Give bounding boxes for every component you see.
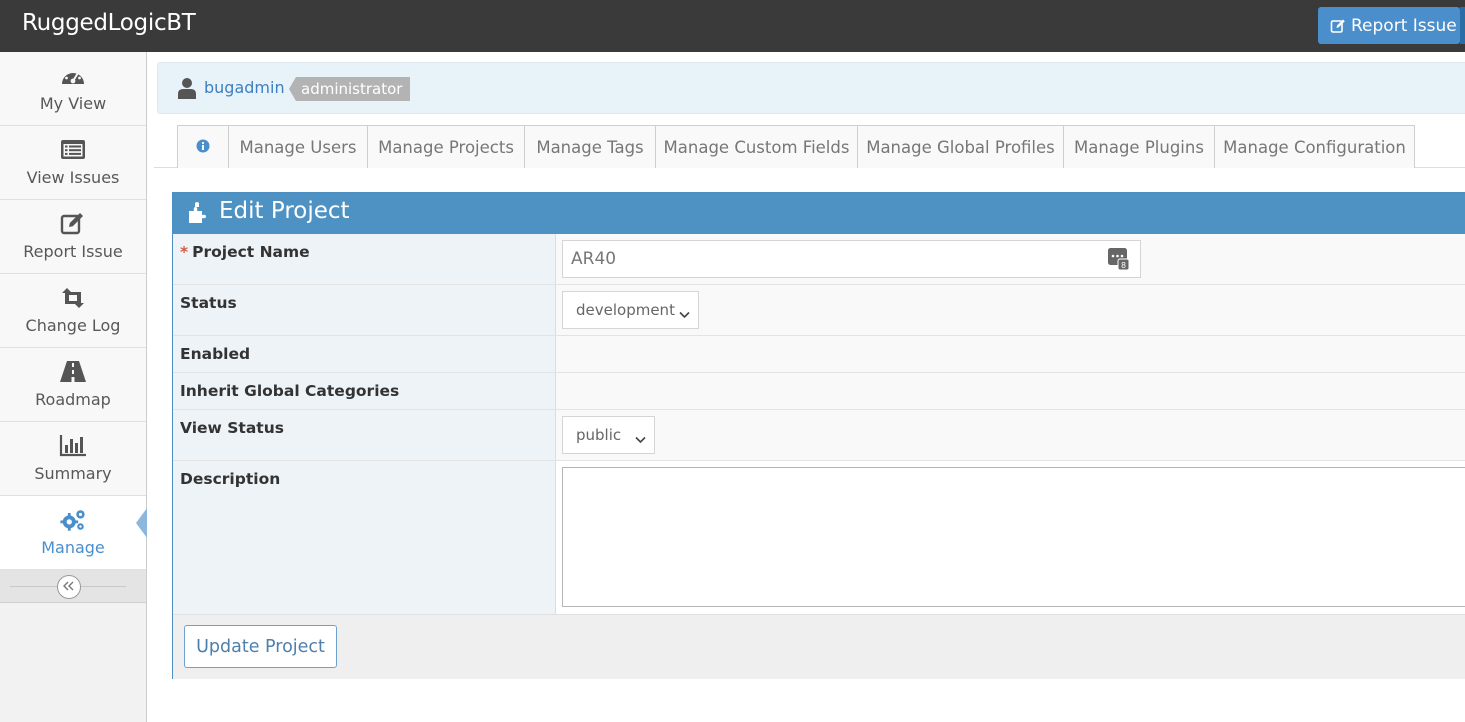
tab-manage-plugins[interactable]: Manage Plugins (1063, 125, 1215, 168)
view-status-label: View Status (173, 410, 556, 460)
sidebar-item-label: Manage (41, 538, 105, 557)
widget-title: Edit Project (219, 198, 350, 224)
sidebar-item-manage[interactable]: Manage (0, 496, 146, 570)
view-status-select[interactable]: public (562, 416, 655, 454)
project-name-label-text: Project Name (192, 243, 310, 261)
sidebar-item-label: My View (39, 94, 107, 113)
user-icon (178, 77, 196, 103)
row-description: Description (173, 461, 1465, 614)
row-enabled: Enabled (173, 336, 1465, 373)
role-badge: administrator (288, 77, 411, 101)
sidebar-collapse-button[interactable] (57, 575, 81, 599)
tab-info[interactable] (177, 125, 229, 168)
sidebar-item-label: Summary (34, 464, 112, 483)
sidebar-item-label: Change Log (25, 316, 121, 335)
project-name-input[interactable] (562, 240, 1141, 278)
sidebar-item-label: Roadmap (35, 390, 111, 409)
active-indicator-arrow (136, 508, 147, 538)
report-issue-dropdown-edge[interactable] (1460, 7, 1465, 44)
password-manager-icon[interactable]: 8 (1108, 248, 1130, 274)
username-link[interactable]: bugadmin (204, 78, 285, 97)
sidebar-item-label: Report Issue (23, 242, 123, 261)
gears-icon (59, 507, 87, 533)
enabled-cell (556, 336, 1465, 372)
sidebar-item-my-view[interactable]: My View (0, 52, 146, 126)
report-issue-button[interactable]: Report Issue (1318, 7, 1460, 44)
status-select[interactable]: development (562, 291, 699, 329)
info-icon (196, 138, 210, 157)
edit-icon (1330, 18, 1346, 34)
report-issue-label: Report Issue (1351, 15, 1457, 36)
puzzle-piece-icon (186, 201, 210, 229)
row-status: Status development (173, 285, 1465, 336)
description-textarea[interactable] (562, 467, 1465, 607)
update-project-button[interactable]: Update Project (184, 625, 337, 668)
road-icon (59, 359, 87, 385)
inherit-global-categories-cell (556, 373, 1465, 409)
svg-text:8: 8 (1121, 261, 1126, 270)
tab-manage-configuration[interactable]: Manage Configuration (1214, 125, 1415, 168)
row-view-status: View Status public (173, 410, 1465, 461)
project-name-cell: 8 (556, 234, 1465, 284)
tab-manage-tags[interactable]: Manage Tags (524, 125, 656, 168)
sidebar-item-report-issue[interactable]: Report Issue (0, 200, 146, 274)
description-label: Description (173, 461, 556, 614)
list-icon (59, 137, 87, 163)
retweet-icon (59, 285, 87, 311)
status-select-value: development (576, 301, 675, 319)
widget-header: Edit Project (173, 193, 1465, 234)
view-status-cell: public (556, 410, 1465, 460)
user-info-bar: bugadmin administrator (157, 62, 1465, 114)
widget-footer: Update Project (173, 614, 1465, 679)
top-navbar: RuggedLogicBT Report Issue (0, 0, 1465, 52)
tab-manage-users[interactable]: Manage Users (228, 125, 368, 168)
sidebar-item-summary[interactable]: Summary (0, 422, 146, 496)
tab-manage-global-profiles[interactable]: Manage Global Profiles (857, 125, 1064, 168)
sidebar-item-label: View Issues (26, 168, 120, 187)
edit-project-widget: Edit Project *Project Name 8 Status deve… (172, 192, 1465, 679)
status-label: Status (173, 285, 556, 335)
row-inherit-global-categories: Inherit Global Categories (173, 373, 1465, 410)
inherit-global-categories-label: Inherit Global Categories (173, 373, 556, 409)
chevron-down-icon (679, 305, 690, 323)
chevron-down-icon (635, 430, 646, 448)
dashboard-icon (59, 63, 87, 89)
description-cell (556, 461, 1465, 614)
view-status-select-value: public (576, 426, 622, 444)
tab-manage-projects[interactable]: Manage Projects (367, 125, 525, 168)
sidebar-item-change-log[interactable]: Change Log (0, 274, 146, 348)
tab-manage-custom-fields[interactable]: Manage Custom Fields (655, 125, 858, 168)
sidebar-collapse-bar (0, 570, 146, 603)
sidebar-item-roadmap[interactable]: Roadmap (0, 348, 146, 422)
row-project-name: *Project Name 8 (173, 234, 1465, 285)
edit-icon (59, 211, 87, 237)
sidebar-item-view-issues[interactable]: View Issues (0, 126, 146, 200)
double-chevron-left-icon (63, 580, 75, 595)
sidebar: My View View Issues Report Issue Change … (0, 52, 147, 722)
status-cell: development (556, 285, 1465, 335)
required-marker: * (180, 243, 189, 261)
app-title[interactable]: RuggedLogicBT (22, 10, 196, 36)
enabled-label: Enabled (173, 336, 556, 372)
project-name-label: * Project Name (173, 234, 556, 284)
bar-chart-icon (59, 433, 87, 459)
